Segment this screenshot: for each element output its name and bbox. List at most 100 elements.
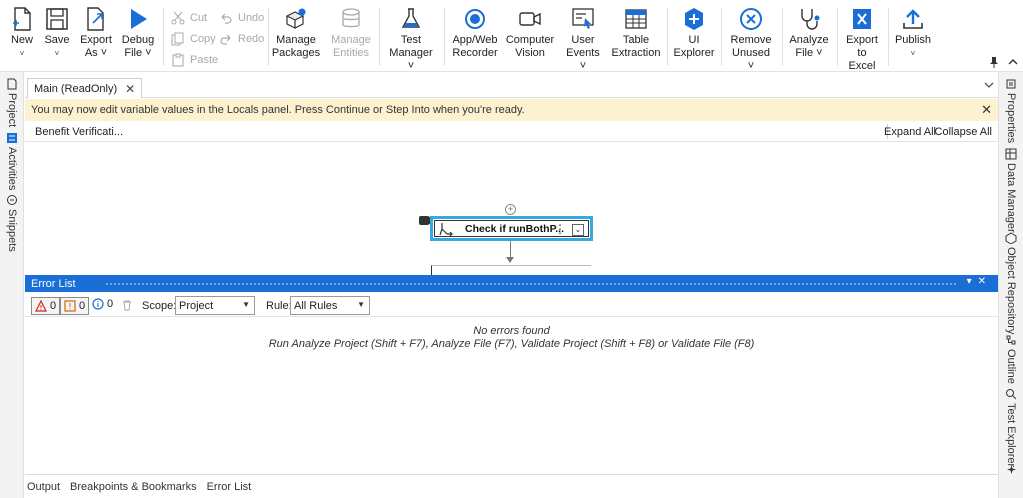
manage-entities-button[interactable]: Manage Entities	[331, 6, 371, 60]
test-explorer-icon	[1006, 389, 1017, 400]
add-activity-icon[interactable]: +	[505, 204, 516, 215]
expand-activity-icon[interactable]: ⌄	[572, 224, 584, 236]
activities-panel-tab[interactable]: Activities	[6, 132, 18, 190]
app-web-recorder-button[interactable]: App/Web Recorder	[452, 6, 498, 60]
export-to-excel-label-1: Export	[846, 34, 878, 46]
designer-canvas[interactable]: + Check if runBothP... ⋮ ⌄	[25, 143, 998, 275]
copy-button[interactable]: Copy	[171, 32, 216, 46]
save-button[interactable]: Save ˅	[43, 6, 71, 60]
tab-error-list[interactable]: Error List	[207, 481, 252, 493]
breadcrumb[interactable]: Benefit Verificati...	[35, 126, 123, 138]
test-manager-button[interactable]: Test Manager ˅	[386, 6, 436, 73]
right-panel-rail: Properties Data Manager Object Repositor…	[998, 72, 1023, 498]
tab-output[interactable]: Output	[27, 481, 60, 493]
undo-icon	[221, 13, 232, 24]
export-to-excel-button[interactable]: Export to Excel	[843, 6, 881, 73]
chevron-up-icon[interactable]	[1008, 56, 1018, 68]
document-tab-bar: Main (ReadOnly) ✕	[25, 76, 998, 98]
redo-icon	[220, 34, 231, 45]
publish-upload-icon	[903, 9, 923, 29]
debug-file-label-1: Debug	[121, 34, 155, 46]
paste-icon	[172, 53, 184, 67]
outline-panel-tab[interactable]: Outline	[1005, 334, 1017, 384]
export-icon	[87, 7, 104, 31]
pin-ribbon-icon[interactable]	[989, 56, 999, 68]
tab-main-readonly[interactable]: Main (ReadOnly) ✕	[27, 78, 143, 98]
panel-grip[interactable]	[105, 282, 958, 286]
remove-unused-button[interactable]: Remove Unused ˅	[728, 6, 774, 73]
close-info-bar-icon[interactable]: ✕	[981, 102, 992, 118]
error-list-header: Error List ▾✕	[25, 275, 998, 292]
analyze-file-button[interactable]: Analyze File ˅	[789, 6, 829, 60]
save-label: Save	[44, 34, 70, 46]
ribbon-separator	[667, 8, 668, 66]
export-as-button[interactable]: Export As ˅	[80, 6, 112, 60]
redo-button[interactable]: Redo	[219, 32, 264, 46]
manage-packages-label-2: Packages	[271, 47, 321, 59]
object-repository-panel-label: Object Repository	[1005, 247, 1017, 335]
undo-button[interactable]: Undo	[219, 11, 264, 25]
table-extraction-button[interactable]: Table Extraction	[612, 6, 660, 60]
project-panel-tab[interactable]: Project	[6, 78, 18, 127]
debug-file-button[interactable]: Debug File ˅	[120, 6, 156, 60]
export-as-label-1: Export	[80, 34, 112, 46]
table-icon	[625, 9, 647, 29]
properties-panel-label: Properties	[1005, 93, 1017, 144]
close-tab-icon[interactable]: ✕	[125, 82, 135, 96]
data-manager-panel-tab[interactable]: Data Manager	[1005, 148, 1017, 233]
play-icon	[131, 9, 147, 29]
ui-explorer-label-2: Explorer	[673, 47, 715, 59]
errors-filter-button[interactable]: 0	[31, 297, 61, 315]
computer-vision-label-1: Computer	[505, 34, 555, 46]
ui-explorer-button[interactable]: UI Explorer	[674, 6, 714, 60]
flask-icon	[401, 8, 421, 28]
paste-button[interactable]: Paste	[171, 53, 218, 67]
cut-button[interactable]: Cut	[171, 11, 207, 25]
snippets-panel-tab[interactable]: Snippets	[6, 194, 18, 252]
activity-check-if[interactable]: Check if runBothP... ⋮ ⌄	[430, 216, 593, 241]
object-repository-panel-tab[interactable]: Object Repository	[1005, 232, 1017, 334]
save-icon	[46, 8, 68, 30]
warning-square-icon	[64, 300, 76, 312]
user-events-label-1: User	[571, 34, 595, 46]
no-errors-message: No errors found	[473, 325, 550, 337]
warnings-filter-button[interactable]: 0	[60, 297, 90, 315]
scope-select[interactable]: Project ▼	[175, 296, 255, 315]
tab-breakpoints-bookmarks[interactable]: Breakpoints & Bookmarks	[70, 481, 197, 493]
ribbon-separator	[888, 8, 889, 66]
analyze-file-label-1: Analyze	[789, 34, 829, 46]
undo-label: Undo	[238, 12, 265, 24]
manage-packages-button[interactable]: Manage Packages	[271, 6, 321, 60]
panel-header-buttons[interactable]: ▾✕	[967, 276, 992, 287]
rule-select[interactable]: All Rules ▼	[290, 296, 370, 315]
project-panel-label: Project	[6, 93, 18, 128]
collapse-all-link[interactable]: Collapse All	[935, 126, 992, 138]
scissors-icon	[171, 11, 185, 25]
scope-value: Project	[179, 299, 214, 312]
publish-caret: ˅	[910, 49, 916, 58]
database-icon	[342, 8, 360, 28]
remove-unused-label-1: Remove	[730, 34, 772, 46]
export-as-label-2: As ˅	[84, 47, 108, 59]
chevron-down-icon[interactable]	[984, 81, 994, 89]
activity-inner: Check if runBothP... ⋮ ⌄	[434, 220, 589, 237]
new-button[interactable]: New ˅	[9, 6, 35, 60]
flow-arrow-icon	[506, 257, 514, 263]
user-events-icon	[572, 8, 594, 29]
test-explorer-panel-tab[interactable]: Test Explorer	[1005, 388, 1017, 467]
kebab-menu-icon[interactable]: ⋮	[554, 222, 566, 236]
properties-panel-tab[interactable]: Properties	[1005, 78, 1017, 143]
expand-all-link[interactable]: Expand All	[884, 126, 936, 138]
activities-icon	[7, 133, 17, 143]
error-list-body: No errors found Run Analyze Project (Shi…	[25, 318, 998, 473]
trash-icon[interactable]	[122, 300, 132, 311]
object-repository-icon	[1005, 232, 1017, 244]
debug-info-bar: You may now edit variable values in the …	[25, 99, 998, 121]
publish-button[interactable]: Publish ˅	[895, 6, 931, 60]
info-filter-button[interactable]: 0	[92, 298, 113, 310]
user-events-button[interactable]: User Events ˅	[563, 6, 603, 73]
app-web-recorder-label-1: App/Web	[452, 34, 498, 46]
sparkle-icon[interactable]	[1006, 464, 1017, 475]
computer-vision-button[interactable]: Computer Vision	[505, 6, 555, 60]
activities-panel-label: Activities	[6, 147, 18, 191]
